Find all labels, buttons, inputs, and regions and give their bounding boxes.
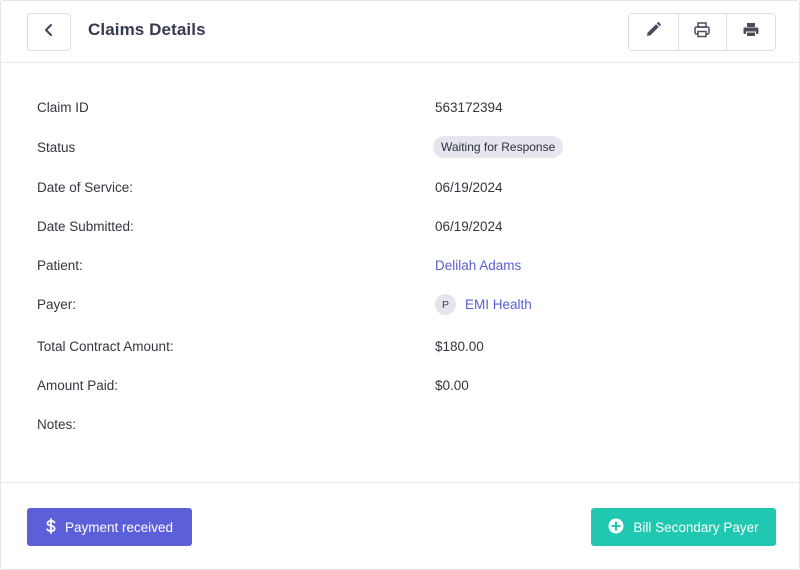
date-submitted-label: Date Submitted:: [37, 218, 134, 234]
patient-label: Patient:: [37, 257, 83, 273]
status-badge: Waiting for Response: [433, 136, 564, 158]
printer-outline-icon: [693, 21, 711, 44]
payer-avatar: P: [435, 294, 456, 315]
row-amount-paid: Amount Paid: $0.00: [37, 374, 777, 396]
row-total-contract: Total Contract Amount: $180.00: [37, 335, 777, 357]
toolbar: [628, 13, 776, 51]
claim-id-label: Claim ID: [37, 99, 89, 115]
print-alt-button[interactable]: [726, 14, 775, 50]
row-payer: Payer: P EMI Health: [37, 293, 777, 315]
total-contract-label: Total Contract Amount:: [37, 338, 174, 354]
claim-id-value: 563172394: [435, 99, 503, 115]
row-notes: Notes:: [37, 413, 777, 435]
payer-label: Payer:: [37, 296, 77, 312]
total-contract-value: $180.00: [435, 338, 484, 354]
row-date-of-service: Date of Service: 06/19/2024: [37, 176, 777, 198]
amount-paid-value: $0.00: [435, 377, 469, 393]
plus-circle-icon: [608, 518, 624, 537]
payment-received-label: Payment received: [64, 519, 174, 535]
back-button[interactable]: [27, 13, 71, 51]
payer-value: P EMI Health: [435, 294, 532, 315]
date-submitted-value: 06/19/2024: [435, 218, 503, 234]
page-title: Claims Details: [88, 20, 206, 39]
payment-received-button[interactable]: Payment received: [27, 508, 192, 546]
chevron-left-icon: [43, 23, 55, 42]
pencil-icon: [644, 21, 662, 44]
status-value: Waiting for Response: [433, 136, 564, 158]
bill-secondary-payer-button[interactable]: Bill Secondary Payer: [591, 508, 776, 546]
edit-button[interactable]: [629, 14, 678, 50]
row-claim-id: Claim ID 563172394: [37, 96, 777, 118]
patient-link[interactable]: Delilah Adams: [435, 258, 521, 273]
dollar-icon: [46, 517, 56, 537]
row-status: Status Waiting for Response: [37, 136, 777, 158]
payer-link[interactable]: EMI Health: [465, 297, 532, 312]
claims-details-panel: Claims Details Claim ID 563172394 Status…: [0, 0, 800, 570]
row-date-submitted: Date Submitted: 06/19/2024: [37, 215, 777, 237]
row-patient: Patient: Delilah Adams: [37, 254, 777, 276]
status-label: Status: [37, 139, 76, 155]
date-of-service-value: 06/19/2024: [435, 179, 503, 195]
print-button[interactable]: [677, 14, 727, 50]
date-of-service-label: Date of Service:: [37, 179, 134, 195]
bill-secondary-payer-label: Bill Secondary Payer: [633, 519, 759, 535]
amount-paid-label: Amount Paid:: [37, 377, 119, 393]
header: Claims Details: [1, 1, 799, 63]
printer-filled-icon: [742, 21, 760, 44]
notes-label: Notes:: [37, 416, 77, 432]
